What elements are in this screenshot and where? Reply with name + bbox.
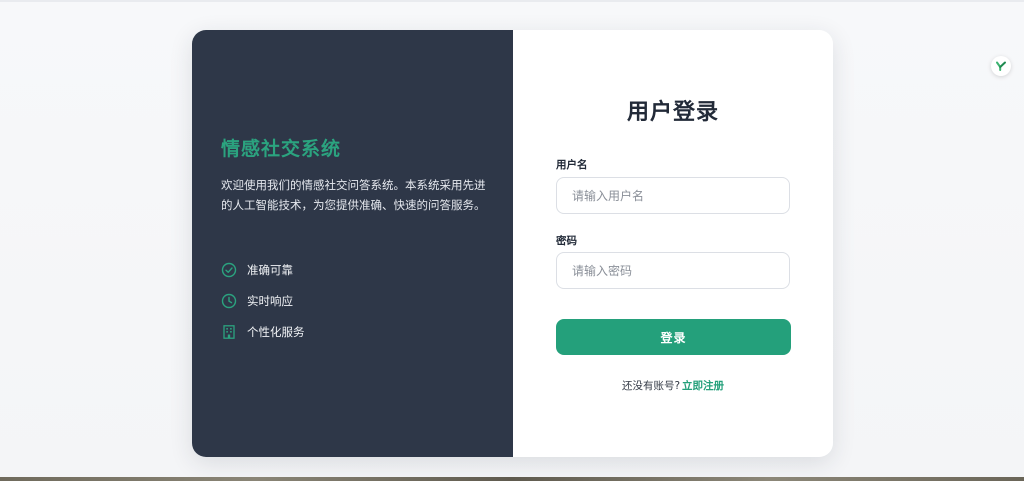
feature-item-accurate: 准确可靠: [221, 260, 305, 280]
extension-badge-icon[interactable]: [991, 56, 1011, 76]
building-icon: [221, 324, 237, 340]
password-label: 密码: [556, 235, 577, 247]
login-form-panel: 用户登录 用户名 密码 登录 还没有账号?立即注册: [513, 30, 833, 457]
register-link[interactable]: 立即注册: [682, 380, 724, 392]
register-prompt: 还没有账号?: [621, 380, 681, 392]
brand-title: 情感社交系统: [221, 138, 342, 160]
login-button[interactable]: 登录: [556, 319, 791, 355]
login-card: 情感社交系统 欢迎使用我们的情感社交问答系统。本系统采用先进的人工智能技术，为您…: [192, 30, 833, 457]
login-title: 用户登录: [626, 100, 719, 125]
feature-list: 准确可靠 实时响应 个性化服务: [221, 260, 305, 353]
feature-label: 个性化服务: [247, 325, 305, 339]
bottom-background-strip: [0, 477, 1024, 481]
username-label: 用户名: [556, 159, 588, 171]
password-input[interactable]: [556, 252, 790, 289]
username-input[interactable]: [556, 177, 790, 214]
register-prompt-line: 还没有账号? 立即注册: [513, 378, 833, 393]
page: 情感社交系统 欢迎使用我们的情感社交问答系统。本系统采用先进的人工智能技术，为您…: [0, 0, 1024, 481]
feature-item-realtime: 实时响应: [221, 291, 305, 311]
clock-icon: [221, 293, 237, 309]
top-divider: [0, 0, 1024, 2]
feature-item-personalized: 个性化服务: [221, 322, 305, 342]
check-circle-icon: [221, 262, 237, 278]
feature-label: 实时响应: [247, 294, 293, 308]
brand-description: 欢迎使用我们的情感社交问答系统。本系统采用先进的人工智能技术，为您提供准确、快速…: [221, 178, 486, 212]
intro-panel: 情感社交系统 欢迎使用我们的情感社交问答系统。本系统采用先进的人工智能技术，为您…: [192, 30, 513, 457]
feature-label: 准确可靠: [247, 263, 293, 277]
